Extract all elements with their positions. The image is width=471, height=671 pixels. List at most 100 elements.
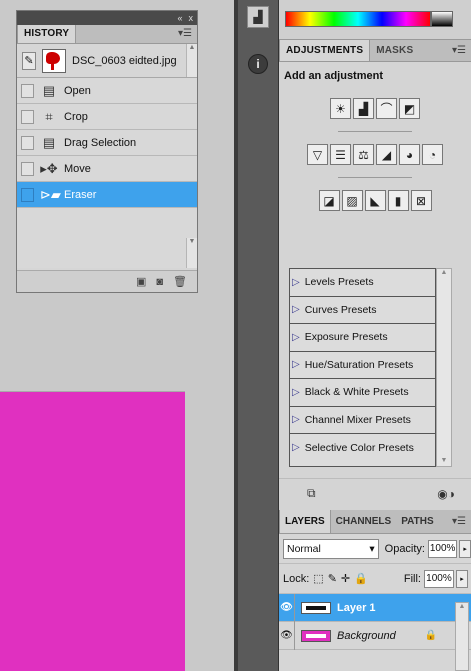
curves-icon[interactable]: ⌒ <box>376 98 397 119</box>
color-spectrum[interactable] <box>285 11 431 27</box>
black-white-icon[interactable]: ◢ <box>376 144 397 165</box>
snapshot-scrollbar[interactable]: ▲ <box>186 44 197 77</box>
tab-history[interactable]: HISTORY <box>17 25 77 43</box>
preset-item[interactable]: ▷ Selective Color Presets <box>290 434 435 462</box>
fill-label: Fill: <box>403 572 421 585</box>
hue-saturation-icon[interactable]: ☰ <box>330 144 351 165</box>
history-step-selected[interactable]: ⊳▰ Eraser <box>17 182 197 208</box>
preset-item[interactable]: ▷ Exposure Presets <box>290 324 435 352</box>
lock-icon: 🔒 <box>424 630 437 641</box>
layer-row-background[interactable]: 👁 Background 🔒 <box>279 621 471 650</box>
gradient-map-icon[interactable]: ▮ <box>387 190 409 211</box>
selective-color-icon[interactable]: ⊠ <box>410 190 432 211</box>
collapse-icon[interactable]: « <box>177 13 182 23</box>
panel-menu-icon[interactable]: ▾☰ <box>452 45 466 56</box>
lock-all-icon[interactable]: 🔒 <box>354 572 368 585</box>
layers-scrollbar[interactable]: ▲ <box>455 602 469 671</box>
panel-menu-icon[interactable]: ▾☰ <box>452 516 466 527</box>
history-step[interactable]: ▤ Drag Selection <box>17 130 197 156</box>
crop-icon: ⌗ <box>45 108 53 124</box>
preset-item[interactable]: ▷ Hue/Saturation Presets <box>290 352 435 379</box>
close-icon[interactable]: x <box>189 13 194 23</box>
document-icon: ▤ <box>42 82 56 98</box>
document-icon: ▤ <box>42 134 56 150</box>
channel-mixer-icon[interactable]: ◔ <box>422 144 443 165</box>
lock-transparency-icon[interactable]: ⬚ <box>313 572 323 585</box>
adjustments-footer: ⧉ ◉◑ <box>279 478 471 508</box>
lock-image-icon[interactable]: ✎ <box>328 572 337 585</box>
lock-position-icon[interactable]: ✛ <box>341 572 350 585</box>
trash-icon[interactable]: 🗑 <box>173 275 187 288</box>
preset-item[interactable]: ▷ Channel Mixer Presets <box>290 407 435 434</box>
tab-paths[interactable]: PATHS <box>396 510 438 533</box>
snapshot-thumbnail <box>42 48 66 73</box>
exposure-icon[interactable]: ◩ <box>399 98 420 119</box>
grayscale-ramp[interactable] <box>431 11 453 27</box>
history-snapshot[interactable]: ✎ DSC_0603 eidted.jpg ▲ <box>17 44 197 78</box>
tab-adjustments[interactable]: ADJUSTMENTS <box>279 40 371 61</box>
history-step[interactable]: ⌗ Crop <box>17 104 197 130</box>
history-source-checkbox[interactable] <box>21 187 34 202</box>
layer-name[interactable]: Layer 1 <box>337 602 376 614</box>
expand-triangle-icon[interactable]: ▷ <box>292 387 300 398</box>
adjustment-icons-row-1: ☀ ▟ ⌒ ◩ <box>279 98 471 119</box>
color-balance-icon[interactable]: ⚖ <box>353 144 374 165</box>
tab-masks[interactable]: MASKS <box>370 40 419 61</box>
preset-item[interactable]: ▷ Levels Presets <box>290 269 435 297</box>
preset-label: Channel Mixer Presets <box>304 413 411 426</box>
invert-icon[interactable]: ◪ <box>318 190 340 211</box>
history-scrollbar[interactable]: ▼ <box>186 238 197 268</box>
history-footer: ▣ ◙ 🗑 <box>17 270 197 292</box>
eye-icon[interactable]: 👁 <box>279 621 295 650</box>
history-brush-source-icon[interactable]: ✎ <box>22 51 36 70</box>
history-source-checkbox[interactable] <box>21 83 34 98</box>
preset-label: Hue/Saturation Presets <box>304 358 414 371</box>
history-step[interactable]: ▤ Open <box>17 78 197 104</box>
collapsed-panel-strip: ▟ i <box>238 0 279 671</box>
opacity-input[interactable]: 100% <box>428 539 458 558</box>
opacity-slider-arrow-icon[interactable]: ▸ <box>459 539 471 558</box>
expand-triangle-icon[interactable]: ▷ <box>292 414 300 425</box>
history-step[interactable]: ▸✥ Move <box>17 156 197 182</box>
snapshot-camera-icon[interactable]: ◙ <box>156 276 163 288</box>
preset-label: Exposure Presets <box>304 331 388 344</box>
layer-row-layer-1[interactable]: 👁 Layer 1 <box>279 593 471 622</box>
new-document-from-state-icon[interactable]: ▣ <box>136 275 146 288</box>
eye-icon[interactable]: 👁 <box>279 593 295 622</box>
history-source-checkbox[interactable] <box>21 161 34 176</box>
history-source-checkbox[interactable] <box>21 135 34 150</box>
layer-thumbnail <box>301 601 331 614</box>
history-list: ▤ Open ⌗ Crop ▤ Drag Selection ▸✥ Move ⊳… <box>17 78 197 268</box>
posterize-icon[interactable]: ▨ <box>341 190 363 211</box>
preset-item[interactable]: ▷ Black & White Presets <box>290 379 435 407</box>
fill-input[interactable]: 100% <box>423 569 454 588</box>
history-source-checkbox[interactable] <box>21 109 34 124</box>
eraser-icon: ⊳▰ <box>40 186 61 202</box>
vibrance-icon[interactable]: ▽ <box>307 144 328 165</box>
panel-menu-icon[interactable]: ▾☰ <box>178 28 192 39</box>
clip-to-layer-icon[interactable]: ⧉ <box>307 486 316 501</box>
layer-name[interactable]: Background <box>337 630 396 642</box>
info-icon[interactable]: i <box>248 54 268 74</box>
document-canvas[interactable] <box>0 391 185 671</box>
history-step-label: Move <box>64 162 91 175</box>
expand-triangle-icon[interactable]: ▷ <box>292 359 300 370</box>
preset-item[interactable]: ▷ Curves Presets <box>290 297 435 324</box>
expand-triangle-icon[interactable]: ▷ <box>292 277 300 288</box>
expand-triangle-icon[interactable]: ▷ <box>292 304 300 315</box>
blend-mode-select[interactable]: Normal ▾ <box>283 538 379 559</box>
expand-triangle-icon[interactable]: ▷ <box>292 442 300 453</box>
levels-icon[interactable]: ▟ <box>353 98 374 119</box>
threshold-icon[interactable]: ◣ <box>364 190 386 211</box>
layer-visibility-icon[interactable]: ◉◑ <box>437 487 455 501</box>
tab-layers[interactable]: LAYERS <box>279 510 331 533</box>
histogram-icon[interactable]: ▟ <box>247 6 269 28</box>
fill-slider-arrow-icon[interactable]: ▸ <box>455 569 468 588</box>
opacity-label: Opacity: <box>384 542 425 555</box>
tab-channels[interactable]: CHANNELS <box>331 510 397 533</box>
photo-filter-icon[interactable]: ◕ <box>399 144 420 165</box>
blend-opacity-row: Normal ▾ Opacity: 100% ▸ <box>279 534 471 564</box>
presets-scrollbar[interactable]: ▲ ▼ <box>436 268 452 467</box>
expand-triangle-icon[interactable]: ▷ <box>292 332 300 343</box>
brightness-contrast-icon[interactable]: ☀ <box>330 98 351 119</box>
